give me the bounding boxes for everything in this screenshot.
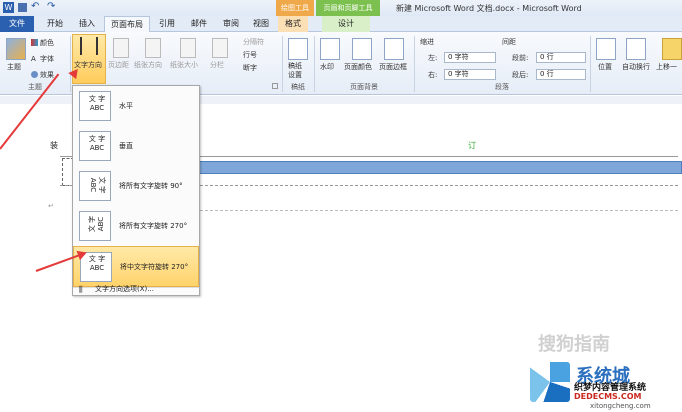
- text-direction-options-icon: ⫼: [79, 285, 83, 294]
- redo-icon[interactable]: ↷: [47, 1, 55, 12]
- thumb-glyph: 文 字 ABC: [88, 135, 106, 152]
- tab-format[interactable]: 格式: [278, 16, 308, 32]
- draft-settings-button[interactable]: 稿纸 设置: [288, 62, 302, 80]
- tab-view[interactable]: 视图: [246, 16, 276, 32]
- wrap-button[interactable]: 自动换行: [622, 62, 650, 72]
- tab-page-layout[interactable]: 页面布局: [104, 16, 150, 32]
- site-text: xitongcheng.com: [590, 402, 651, 410]
- separator: [70, 36, 71, 92]
- size-icon: [180, 38, 196, 58]
- tab-design[interactable]: 设计: [322, 16, 370, 32]
- undo-icon[interactable]: ↶: [31, 1, 39, 12]
- paragraph-mark: ↵: [48, 202, 54, 210]
- separator: [590, 36, 591, 92]
- page-color-button[interactable]: 页面颜色: [344, 62, 372, 72]
- left-indent-field[interactable]: 0 字符: [444, 52, 496, 63]
- ribbon-tabs: 文件 开始 插入 页面布局 引用 邮件 审阅 视图 格式 设计: [0, 16, 682, 32]
- columns-button[interactable]: 分栏: [210, 60, 224, 70]
- theme-effects[interactable]: 效果: [40, 70, 54, 80]
- menu-item-label: 将所有文字旋转 270°: [119, 222, 188, 230]
- brand-url-text: DEDECMS.COM: [574, 392, 642, 401]
- breaks-button[interactable]: 分隔符: [243, 37, 264, 47]
- group-draft: 稿纸: [291, 83, 305, 91]
- right-indent-field[interactable]: 0 字符: [444, 69, 496, 80]
- space-before-field[interactable]: 0 行: [536, 52, 586, 63]
- group-theme: 主题: [28, 83, 42, 91]
- page-border-button[interactable]: 页面边框: [379, 62, 407, 72]
- indent-label: 缩进: [420, 38, 434, 46]
- orientation-icon: [145, 38, 161, 58]
- tab-insert[interactable]: 插入: [72, 16, 102, 32]
- tab-references[interactable]: 引用: [152, 16, 182, 32]
- text-direction-options-item[interactable]: 文字方向选项(X)...: [95, 284, 154, 294]
- size-button[interactable]: 纸张大小: [170, 60, 198, 70]
- spacing-label: 间距: [502, 38, 516, 46]
- theme-colors[interactable]: 颜色: [40, 38, 54, 48]
- theme-button[interactable]: 主题: [7, 62, 21, 72]
- table-bar[interactable]: [196, 161, 682, 174]
- text-direction-icon: [80, 37, 98, 55]
- menu-item-label: 将所有文字旋转 90°: [119, 182, 183, 190]
- effects-icon: [31, 71, 38, 78]
- context-tab-header: 页眉和页脚工具: [316, 0, 380, 16]
- bring-forward-icon[interactable]: [662, 38, 682, 60]
- columns-icon: [212, 38, 228, 58]
- thumb-glyph: 文 字 ABC: [89, 176, 106, 194]
- page-border-icon[interactable]: [384, 38, 404, 60]
- title-bar: W ↶ ↷ 绘图工具 页眉和页脚工具 新建 Microsoft Word 文档.…: [0, 0, 682, 16]
- sogou-watermark: 搜狗指南: [538, 334, 610, 355]
- theme-icon[interactable]: [6, 38, 26, 60]
- space-after-label: 段后:: [512, 71, 529, 79]
- header-text-center: 订: [468, 141, 476, 150]
- brand-logo-icon: [530, 362, 570, 402]
- thumb-glyph: 文 字 ABC: [88, 95, 106, 112]
- wrap-icon[interactable]: [626, 38, 646, 60]
- word-icon[interactable]: W: [3, 2, 14, 13]
- colors-icon: [31, 39, 38, 46]
- fonts-icon: A: [31, 55, 36, 63]
- thumb-glyph: 文 字 ABC: [88, 215, 105, 233]
- context-tab-drawing: 绘图工具: [276, 0, 314, 16]
- menu-item-label: 水平: [119, 102, 133, 110]
- space-before-label: 段前:: [512, 54, 529, 62]
- theme-fonts[interactable]: 字体: [40, 54, 54, 64]
- save-icon[interactable]: [18, 3, 27, 12]
- window-title: 新建 Microsoft Word 文档.docx - Microsoft Wo…: [396, 4, 582, 13]
- line-numbers-button[interactable]: 行号: [243, 50, 257, 60]
- thumb-glyph: 文 字 ABC: [88, 255, 106, 272]
- header-text-left: 装: [50, 141, 58, 150]
- right-indent-label: 右:: [428, 71, 438, 79]
- hyphenation-button[interactable]: 断字: [243, 63, 257, 73]
- left-indent-label: 左:: [428, 54, 438, 62]
- group-page-background: 页面背景: [350, 83, 378, 91]
- orientation-button[interactable]: 纸张方向: [134, 60, 162, 70]
- position-button[interactable]: 位置: [598, 62, 612, 72]
- position-icon[interactable]: [596, 38, 616, 60]
- tab-review[interactable]: 审阅: [216, 16, 246, 32]
- bring-forward-button[interactable]: 上移一: [656, 62, 677, 72]
- tab-file[interactable]: 文件: [0, 16, 34, 32]
- space-after-field[interactable]: 0 行: [536, 69, 586, 80]
- dialog-launcher-icon[interactable]: [272, 83, 278, 89]
- tab-home[interactable]: 开始: [40, 16, 70, 32]
- watermark-button[interactable]: 水印: [320, 62, 334, 72]
- page-color-icon[interactable]: [352, 38, 372, 60]
- menu-item-label: 垂直: [119, 142, 133, 150]
- draft-icon[interactable]: [288, 38, 308, 60]
- menu-item-label: 将中文字符旋转 270°: [120, 263, 189, 271]
- watermark-icon[interactable]: [320, 38, 340, 60]
- dashed-line: [200, 210, 678, 211]
- tab-mailings[interactable]: 邮件: [184, 16, 214, 32]
- margins-icon: [113, 38, 129, 58]
- margins-button[interactable]: 页边距: [108, 60, 129, 70]
- group-paragraph: 段落: [495, 83, 509, 91]
